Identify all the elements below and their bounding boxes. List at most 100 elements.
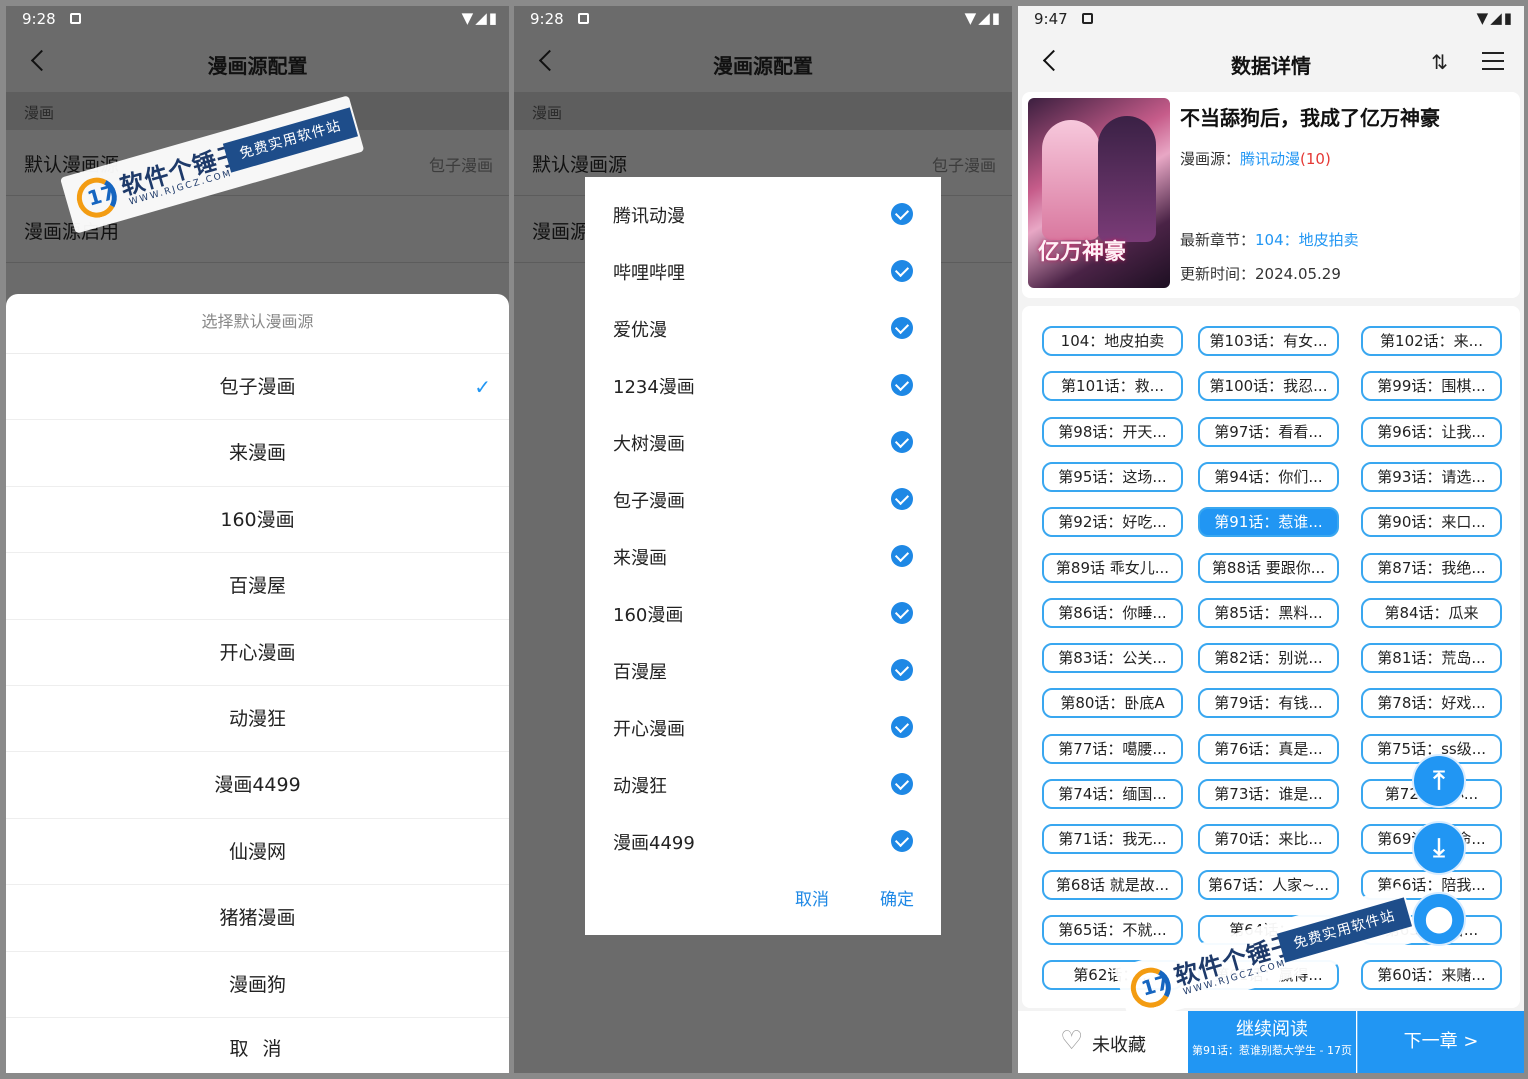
sheet-option[interactable]: 来漫画 — [6, 420, 509, 487]
sheet-option-label: 动漫狂 — [228, 707, 286, 730]
dialog-item[interactable]: 动漫狂 — [585, 756, 941, 813]
sheet-option[interactable]: 动漫狂 — [6, 686, 509, 753]
checked-circle-icon[interactable] — [891, 374, 913, 396]
chapter-chip[interactable]: 第70话：来比... — [1198, 824, 1339, 855]
checked-circle-icon[interactable] — [891, 488, 913, 510]
sheet-option[interactable]: 漫画狗 — [6, 952, 509, 1018]
checked-circle-icon[interactable] — [891, 545, 913, 567]
chapter-chip[interactable]: 第99话：围棋... — [1361, 371, 1502, 402]
default-source-label: 默认漫画源 — [532, 154, 628, 176]
sheet-option[interactable]: 漫画4499 — [6, 752, 509, 819]
sheet-option-label: 160漫画 — [220, 508, 295, 531]
chapter-chip[interactable]: 第84话：瓜来 — [1361, 597, 1502, 628]
chapter-chip[interactable]: 第94话：你们... — [1198, 461, 1339, 492]
chapter-chip[interactable]: 第101话：救... — [1042, 371, 1183, 402]
sheet-option[interactable]: 猪猪漫画 — [6, 885, 509, 952]
sheet-option[interactable]: 开心漫画 — [6, 620, 509, 686]
chapter-chip[interactable]: 第71话：我无... — [1042, 824, 1183, 855]
sheet-option-list: 包子漫画 ✓ 来漫画 160漫画百漫屋开心漫画动漫狂漫画4499 仙漫网 猪猪漫画 漫画狗 — [6, 354, 509, 1018]
locate-pin-icon[interactable]: ⬤ — [1412, 892, 1466, 946]
chapter-chip[interactable]: 第68话 就是故... — [1042, 869, 1183, 900]
chapter-chip[interactable]: 第74话：缅国... — [1042, 779, 1183, 809]
chapter-chip[interactable]: 第60话：来赌... — [1361, 960, 1502, 991]
checked-circle-icon[interactable] — [891, 830, 913, 852]
dialog-item[interactable]: 腾讯动漫 — [585, 186, 941, 243]
chapter-chip[interactable]: 第82话：别说... — [1198, 643, 1339, 674]
section-header: 漫画 — [514, 92, 1012, 130]
continue-reading-button[interactable]: 继续阅读 第91话：惹谁别惹大学生 - 17页 — [1188, 1011, 1356, 1073]
chapter-chip[interactable]: 第93话：请选... — [1361, 461, 1502, 492]
latest-chapter-link[interactable]: 104：地皮拍卖 — [1255, 231, 1359, 249]
chapter-chip[interactable]: 第73话：谁是... — [1198, 779, 1339, 809]
scroll-top-icon[interactable]: ⤒ — [1412, 754, 1466, 808]
dialog-item[interactable]: 百漫屋 — [585, 642, 941, 699]
checked-circle-icon[interactable] — [891, 602, 913, 624]
dialog-item-label: 来漫画 — [613, 548, 667, 569]
favorite-button[interactable]: ♡ 未收藏 — [1018, 1011, 1188, 1073]
panel-source-enable-dialog: 9:28 ▼◢▮ 漫画源配置 漫画 默认漫画源 包子漫画 漫画源 腾讯动漫 哔哩哔… — [514, 6, 1012, 1073]
sheet-option[interactable]: 包子漫画 ✓ — [6, 354, 509, 421]
checked-circle-icon[interactable] — [891, 203, 913, 225]
sort-icon[interactable]: ⇅ — [1431, 50, 1448, 74]
signal-battery-icons: ▼◢▮ — [461, 9, 499, 27]
chapter-chip[interactable]: 第76话：真是... — [1198, 733, 1339, 764]
sheet-cancel-button[interactable]: 取 消 — [6, 1018, 509, 1073]
chapter-chip[interactable]: 第85话：黑料... — [1198, 597, 1339, 628]
dialog-cancel-button[interactable]: 取消 — [795, 885, 829, 910]
checked-circle-icon[interactable] — [891, 659, 913, 681]
chapter-chip[interactable]: 第65话：不就... — [1042, 914, 1183, 945]
chapter-chip[interactable]: 第77话：噶腰... — [1042, 733, 1183, 764]
book-cover[interactable]: 亿万神豪 — [1028, 98, 1170, 288]
sheet-option-label: 百漫屋 — [228, 575, 286, 598]
chapter-chip[interactable]: 第89话 乖女儿... — [1042, 552, 1183, 583]
dialog-item[interactable]: 包子漫画 — [585, 471, 941, 528]
dialog-confirm-button[interactable]: 确定 — [880, 885, 914, 910]
sheet-option[interactable]: 仙漫网 — [6, 819, 509, 886]
chapter-chip[interactable]: 第86话：你睡... — [1042, 597, 1183, 628]
checked-circle-icon[interactable] — [891, 431, 913, 453]
checked-circle-icon[interactable] — [891, 773, 913, 795]
chapter-chip[interactable]: 第95话：这场... — [1042, 461, 1183, 492]
checked-circle-icon[interactable] — [891, 716, 913, 738]
dialog-item[interactable]: 漫画4499 — [585, 813, 941, 870]
next-chapter-button[interactable]: 下一章 > — [1357, 1011, 1524, 1073]
chapter-chip[interactable]: 第79话：有钱... — [1198, 688, 1339, 719]
chapter-chip[interactable]: 第83话：公关... — [1042, 643, 1183, 674]
chapter-chip[interactable]: 第80话：卧底A — [1042, 688, 1183, 719]
continue-title: 继续阅读 — [1236, 1019, 1308, 1040]
scroll-bottom-icon[interactable]: ⤓ — [1412, 821, 1466, 875]
dialog-item[interactable]: 开心漫画 — [585, 699, 941, 756]
chapter-chip[interactable]: 第91话：惹谁... — [1198, 507, 1339, 538]
chapter-chip[interactable]: 第92话：好吃... — [1042, 507, 1183, 538]
chapter-chip[interactable]: 第81话：荒岛... — [1361, 643, 1502, 674]
book-info-card: 亿万神豪 不当舔狗后，我成了亿万神豪 漫画源：腾讯动漫(10) 最新章节：104… — [1022, 92, 1520, 298]
status-time: 9:47 — [1034, 10, 1068, 28]
chapter-chip[interactable]: 104：地皮拍卖 — [1042, 326, 1183, 356]
menu-icon[interactable] — [1482, 52, 1504, 70]
chapter-chip[interactable]: 第98话：开天... — [1042, 416, 1183, 447]
dialog-item[interactable]: 160漫画 — [585, 585, 941, 642]
chapter-chip[interactable]: 第90话：来口... — [1361, 507, 1502, 538]
chapter-chip[interactable]: 第96话：让我... — [1361, 416, 1502, 447]
sheet-option[interactable]: 百漫屋 — [6, 553, 509, 620]
chapter-chip[interactable]: 第100话：我忍... — [1198, 371, 1339, 402]
checked-circle-icon[interactable] — [891, 260, 913, 282]
chapter-chip[interactable]: 第78话：好戏... — [1361, 688, 1502, 719]
notification-icon — [1082, 13, 1093, 24]
dialog-item[interactable]: 爱优漫 — [585, 300, 941, 357]
dialog-item-label: 爱优漫 — [613, 320, 667, 341]
chapter-chip[interactable]: 第87话：我绝... — [1361, 552, 1502, 583]
heart-icon: ♡ — [1060, 1026, 1084, 1056]
chapter-chip[interactable]: 第67话：人家~... — [1198, 869, 1339, 900]
dialog-item[interactable]: 来漫画 — [585, 528, 941, 585]
checked-circle-icon[interactable] — [891, 317, 913, 339]
chapter-chip[interactable]: 第103话：有女... — [1198, 326, 1339, 356]
dialog-item[interactable]: 大树漫画 — [585, 414, 941, 471]
source-link[interactable]: 腾讯动漫 — [1240, 150, 1300, 168]
chapter-chip[interactable]: 第102话：来... — [1361, 326, 1502, 356]
chapter-chip[interactable]: 第88话 要跟你... — [1198, 552, 1339, 583]
sheet-option[interactable]: 160漫画 — [6, 487, 509, 554]
chapter-chip[interactable]: 第97话：看看... — [1198, 416, 1339, 447]
dialog-item[interactable]: 1234漫画 — [585, 357, 941, 414]
dialog-item[interactable]: 哔哩哔哩 — [585, 243, 941, 300]
